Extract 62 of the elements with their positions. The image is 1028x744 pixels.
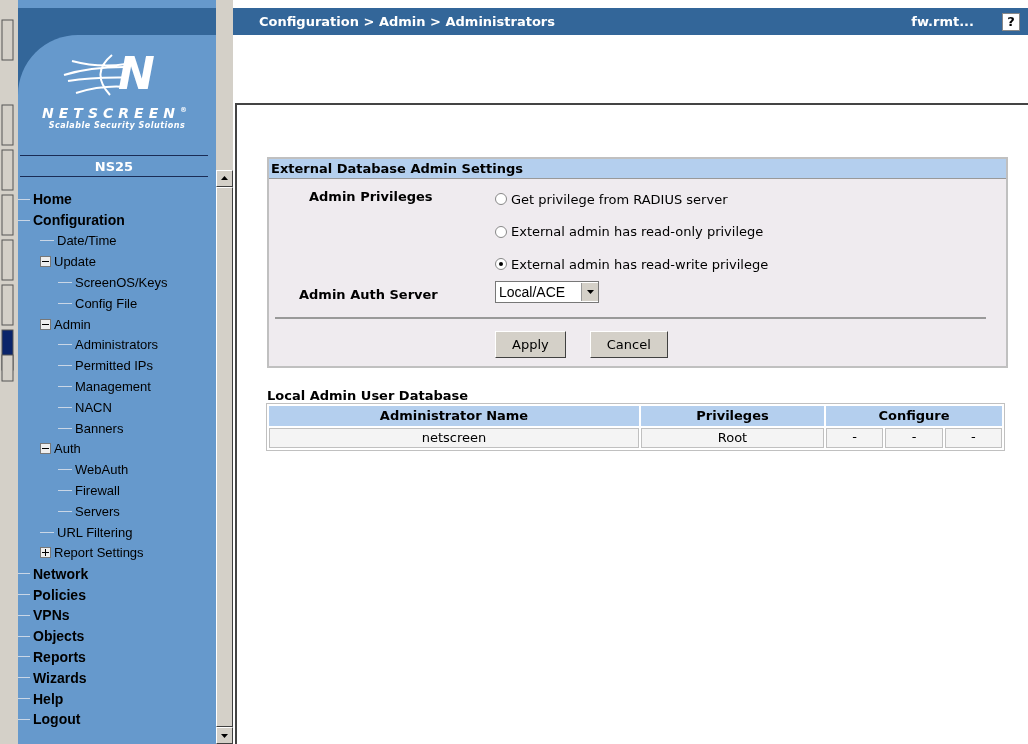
host-name: fw.rmt... [911,14,974,29]
nav-item[interactable]: Report Settings [54,545,144,561]
scrollbar[interactable] [216,0,233,744]
brand-name: NETSCREEN$^{®}$ [42,105,192,121]
model-name: NS25 [20,155,208,177]
field-label: Admin Auth Server [298,285,439,303]
dropdown-arrow-icon [586,289,594,294]
nav-item[interactable]: Home [33,191,72,208]
option-label: External admin has read-write privilege [511,256,769,272]
option-label: External admin has read-only privilege [511,224,764,240]
nav-item[interactable]: Wizards [33,669,87,686]
configure-action[interactable]: - [826,427,884,448]
nav-item[interactable]: Reports [33,648,86,665]
table-cell: Root [641,427,824,448]
nav-item[interactable]: Management [75,379,151,395]
nav-item[interactable]: Permitted IPs [75,358,154,374]
column-header: Privileges [641,405,824,426]
nav-item[interactable]: Network [33,565,89,582]
nav-item[interactable]: URL Filtering [57,524,133,540]
column-header: Administrator Name [269,405,639,426]
configure-action[interactable]: - [885,427,943,448]
panel-title: External Database Admin Settings [269,159,1006,179]
breadcrumb: Configuration > Admin > Administrators [259,14,556,29]
nav-item[interactable]: VPNs [33,607,70,624]
configure-action[interactable]: - [944,427,1002,448]
nav-item[interactable]: Objects [33,628,85,645]
logo-mark: N [118,49,155,99]
apply-button[interactable]: Apply [495,330,566,358]
nav-item[interactable]: Auth [54,441,81,457]
nav-item[interactable]: Firewall [75,483,120,499]
nav-item[interactable]: Banners [75,420,124,436]
nav-item[interactable]: Update [54,254,96,270]
table-cell: netscreen [269,427,639,448]
field-label: Admin Privileges [308,188,434,206]
option-label: Get privilege from RADIUS server [511,191,728,207]
down-arrow-icon [221,733,228,738]
tagline: Scalable Security Solutions [48,121,186,130]
radio-button[interactable] [495,225,507,238]
nav-item[interactable]: Servers [75,503,120,519]
nav-item[interactable]: Logout [33,711,81,728]
nav-item[interactable]: Help [33,690,64,707]
column-header: Configure [826,405,1002,426]
radio-button[interactable] [495,258,507,271]
nav-item[interactable]: WebAuth [75,462,129,478]
cancel-button[interactable]: Cancel [589,330,668,358]
expand-toggle[interactable] [40,318,51,330]
nav-item[interactable]: Config File [75,295,138,311]
up-arrow-icon [221,176,228,181]
nav-item[interactable]: ScreenOS/Keys [75,275,168,291]
radio-button[interactable] [495,193,507,206]
expand-toggle[interactable] [40,443,51,455]
expand-toggle[interactable] [40,256,51,268]
nav-item[interactable]: Administrators [75,337,159,353]
nav-item[interactable]: Admin [54,316,91,332]
expand-toggle[interactable] [40,547,51,559]
section-title: Local Admin User Database [267,387,470,403]
nav-item[interactable]: Configuration [33,212,125,229]
server-select[interactable]: Local/ACE [495,280,599,303]
help-button[interactable]: ? [1002,12,1020,31]
nav-item[interactable]: NACN [75,399,112,415]
nav-item[interactable]: Policies [33,586,86,603]
nav-item[interactable]: Date/Time [57,233,117,249]
